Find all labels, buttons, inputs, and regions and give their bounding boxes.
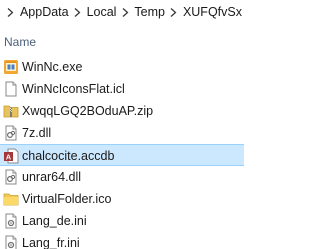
- file-row-lang-de-ini[interactable]: Lang_de.ini: [0, 210, 244, 232]
- file-name: WinNc.exe: [22, 60, 83, 74]
- file-name: XwqqLGQ2BOduAP.zip: [22, 104, 154, 118]
- column-header-name[interactable]: Name: [0, 32, 244, 52]
- file-row-unrar64-dll[interactable]: unrar64.dll: [0, 166, 244, 188]
- file-row-virtualfolder-ico[interactable]: VirtualFolder.ico: [0, 188, 244, 210]
- file-row-lang-fr-ini[interactable]: Lang_fr.ini: [0, 232, 244, 249]
- chevron-right-icon[interactable]: [167, 5, 181, 19]
- chevron-right-icon[interactable]: [71, 5, 85, 19]
- ini-settings-icon: [3, 235, 19, 249]
- generic-file-icon: [3, 81, 19, 97]
- file-name: VirtualFolder.ico: [22, 192, 112, 206]
- file-name: unrar64.dll: [22, 170, 82, 184]
- file-name: chalcocite.accdb: [22, 149, 115, 163]
- breadcrumb-item-appdata[interactable]: AppData: [18, 5, 71, 19]
- file-row-chalcocite-accdb[interactable]: A chalcocite.accdb: [0, 144, 244, 166]
- breadcrumb-item-current-folder[interactable]: XUFQfvSx: [181, 5, 244, 19]
- chevron-right-icon[interactable]: [118, 5, 132, 19]
- file-name: Lang_de.ini: [22, 214, 87, 228]
- file-row-winnc-exe[interactable]: WinNc.exe: [0, 56, 244, 78]
- file-row-7z-dll[interactable]: 7z.dll: [0, 122, 244, 144]
- chevron-right-icon[interactable]: [4, 5, 18, 19]
- file-name: 7z.dll: [22, 126, 52, 140]
- breadcrumb: AppData Local Temp XUFQfvSx: [0, 0, 244, 24]
- ini-settings-icon: [3, 213, 19, 229]
- zip-archive-icon: [3, 103, 19, 119]
- dll-file-icon: [3, 169, 19, 185]
- breadcrumb-item-temp[interactable]: Temp: [132, 5, 167, 19]
- ico-image-icon: [3, 191, 19, 207]
- file-name: Lang_fr.ini: [22, 236, 80, 249]
- app-exe-icon: [3, 59, 19, 75]
- file-name: WinNcIconsFlat.icl: [22, 82, 125, 96]
- svg-text:A: A: [6, 153, 12, 162]
- column-header-label: Name: [4, 35, 37, 49]
- file-row-winnciconsflat-icl[interactable]: WinNcIconsFlat.icl: [0, 78, 244, 100]
- access-database-icon: A: [3, 148, 19, 164]
- dll-file-icon: [3, 125, 19, 141]
- file-row-zip[interactable]: XwqqLGQ2BOduAP.zip: [0, 100, 244, 122]
- breadcrumb-item-local[interactable]: Local: [85, 5, 119, 19]
- file-list: WinNc.exe WinNcIconsFlat.icl XwqqLGQ2BOd…: [0, 56, 244, 249]
